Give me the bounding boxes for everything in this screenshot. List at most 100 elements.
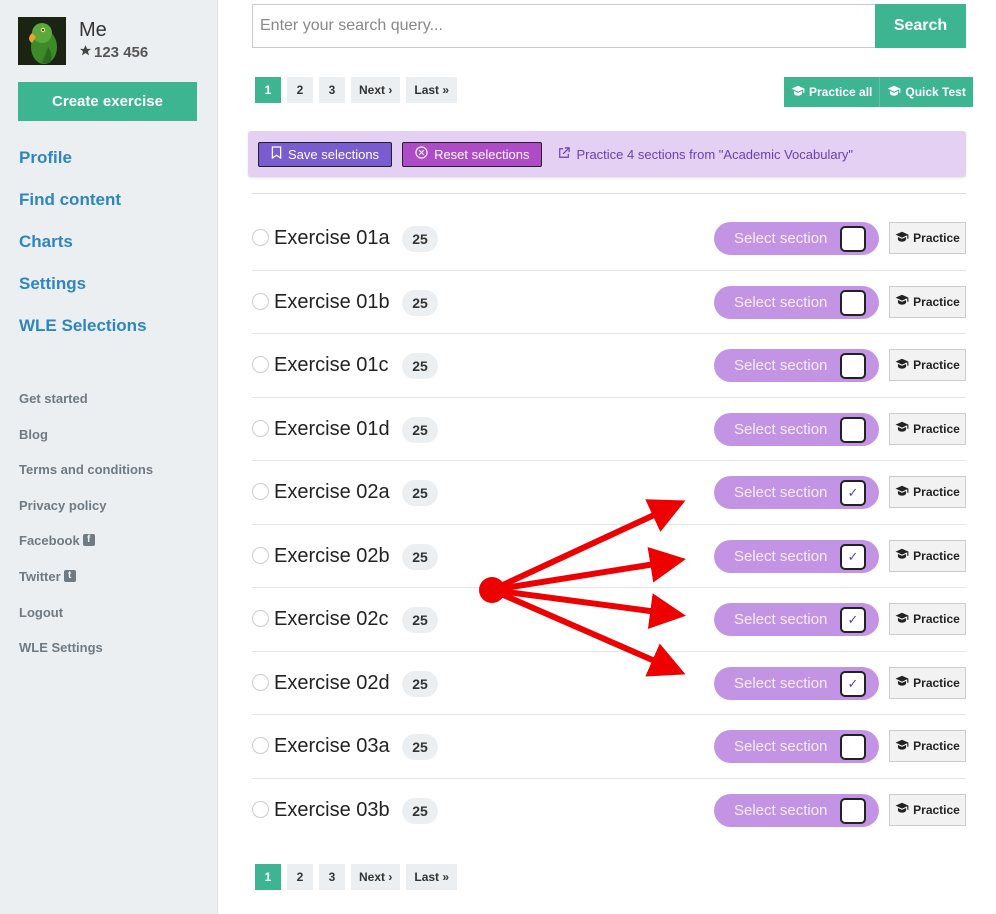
nav-logout[interactable]: Logout — [19, 603, 153, 639]
exercise-title[interactable]: Exercise 02d — [274, 671, 390, 695]
page-2-button[interactable]: 2 — [287, 77, 313, 103]
graduation-cap-icon — [791, 85, 805, 100]
nav-privacy[interactable]: Privacy policy — [19, 496, 153, 532]
save-selections-button[interactable]: Save selections — [258, 141, 393, 167]
select-section-label: Select section — [734, 230, 828, 247]
nav-twitter[interactable]: Twitter t — [19, 567, 153, 603]
select-section-label: Select section — [734, 547, 828, 565]
row-radio[interactable] — [252, 546, 269, 564]
select-checkbox[interactable]: ✓ — [840, 543, 866, 570]
select-section-toggle[interactable]: Select section ✓ — [714, 476, 879, 509]
divider — [252, 193, 966, 194]
nav-wle-selections[interactable]: WLE Selections — [19, 315, 147, 357]
practice-button[interactable]: Practice — [889, 539, 966, 572]
select-section-toggle[interactable]: Select section ✓ — [714, 666, 879, 700]
select-checkbox[interactable]: ✓ — [840, 607, 866, 633]
exercise-title[interactable]: Exercise 03b — [274, 798, 390, 822]
page-2-button[interactable]: 2 — [287, 864, 313, 890]
exercise-title[interactable]: Exercise 03a — [274, 734, 390, 758]
practice-button[interactable]: Practice — [889, 476, 966, 508]
practice-button[interactable]: Practice — [889, 793, 966, 826]
practice-button[interactable]: Practice — [889, 412, 966, 445]
practice-sections-link[interactable]: Practice 4 sections from "Academic Vocab… — [558, 147, 853, 162]
practice-button[interactable]: Practice — [889, 222, 966, 254]
row-radio[interactable] — [252, 610, 269, 627]
nav-facebook[interactable]: Facebook f — [19, 531, 153, 567]
exercise-title[interactable]: Exercise 01d — [274, 417, 390, 441]
avatar[interactable] — [18, 17, 66, 65]
select-checkbox[interactable] — [840, 734, 866, 760]
item-count-badge: 25 — [402, 353, 438, 379]
nav-wle-settings[interactable]: WLE Settings — [19, 638, 153, 674]
row-radio[interactable] — [252, 673, 269, 691]
select-checkbox[interactable]: ✓ — [840, 670, 866, 697]
last-page-label: Last — [414, 83, 440, 97]
next-page-button[interactable]: Next › — [351, 77, 401, 103]
exercise-title[interactable]: Exercise 02c — [274, 607, 389, 631]
row-radio[interactable] — [252, 229, 269, 246]
nav-blog[interactable]: Blog — [19, 425, 153, 461]
next-page-button[interactable]: Next › — [351, 864, 401, 890]
select-section-toggle[interactable]: Select section — [714, 730, 879, 763]
select-section-toggle[interactable]: Select section — [714, 349, 879, 382]
practice-button[interactable]: Practice — [889, 730, 966, 762]
chevron-right-icon: › — [385, 83, 393, 97]
nav-find-content[interactable]: Find content — [19, 189, 147, 231]
last-page-button[interactable]: Last » — [406, 864, 458, 890]
practice-button[interactable]: Practice — [889, 285, 966, 318]
exercise-title[interactable]: Exercise 01c — [274, 353, 389, 377]
practice-button[interactable]: Practice — [889, 603, 966, 635]
pagination-top: 1 2 3 Next › Last » — [255, 77, 458, 103]
nav-wle-settings-label: WLE Settings — [19, 640, 103, 656]
practice-button[interactable]: Practice — [889, 349, 966, 381]
graduation-cap-icon — [895, 294, 909, 309]
row-radio[interactable] — [252, 800, 269, 818]
double-chevron-right-icon: » — [439, 870, 450, 884]
practice-button[interactable]: Practice — [889, 666, 966, 699]
exercise-title[interactable]: Exercise 02b — [274, 544, 390, 568]
select-checkbox[interactable]: ✓ — [840, 480, 866, 506]
select-section-toggle[interactable]: Select section — [714, 285, 879, 319]
create-exercise-button[interactable]: Create exercise — [18, 82, 197, 121]
search-button[interactable]: Search — [875, 4, 966, 48]
nav-get-started[interactable]: Get started — [19, 389, 153, 425]
reset-selections-button[interactable]: Reset selections — [402, 141, 543, 167]
page-3-button[interactable]: 3 — [319, 77, 345, 103]
nav-charts[interactable]: Charts — [19, 231, 147, 273]
select-section-toggle[interactable]: Select section — [714, 793, 879, 827]
practice-label: Practice — [913, 358, 960, 372]
select-checkbox[interactable] — [840, 416, 866, 443]
select-checkbox[interactable] — [840, 797, 866, 824]
row-radio[interactable] — [252, 483, 269, 500]
twitter-icon: t — [63, 569, 76, 582]
row-radio[interactable] — [252, 292, 269, 310]
practice-label: Practice — [913, 548, 960, 563]
select-checkbox[interactable] — [840, 226, 866, 252]
select-section-label: Select section — [734, 357, 828, 374]
search-input[interactable] — [252, 4, 876, 48]
bookmark-icon — [271, 146, 282, 162]
row-radio[interactable] — [252, 419, 269, 437]
nav-settings[interactable]: Settings — [19, 273, 147, 315]
select-section-toggle[interactable]: Select section ✓ — [714, 603, 879, 636]
last-page-button[interactable]: Last » — [406, 77, 458, 103]
page-1-button[interactable]: 1 — [255, 864, 281, 890]
nav-terms[interactable]: Terms and conditions — [19, 460, 153, 496]
page-1-button[interactable]: 1 — [255, 77, 281, 103]
select-checkbox[interactable] — [840, 353, 866, 379]
exercise-title[interactable]: Exercise 02a — [274, 480, 390, 504]
exercise-title[interactable]: Exercise 01b — [274, 290, 390, 314]
exercise-title[interactable]: Exercise 01a — [274, 226, 390, 250]
nav-profile[interactable]: Profile — [19, 147, 147, 189]
exercise-list: Exercise 01a 25 Select section Practice Exer… — [252, 207, 966, 842]
row-radio[interactable] — [252, 737, 269, 754]
page-3-button[interactable]: 3 — [319, 864, 345, 890]
select-checkbox[interactable] — [840, 289, 866, 316]
row-radio[interactable] — [252, 356, 269, 373]
select-section-toggle[interactable]: Select section — [714, 412, 879, 446]
item-count-badge: 25 — [402, 416, 438, 443]
select-section-toggle[interactable]: Select section — [714, 222, 879, 255]
quick-test-button[interactable]: Quick Test — [879, 77, 973, 107]
select-section-toggle[interactable]: Select section ✓ — [714, 539, 879, 573]
practice-all-button[interactable]: Practice all — [784, 77, 880, 107]
